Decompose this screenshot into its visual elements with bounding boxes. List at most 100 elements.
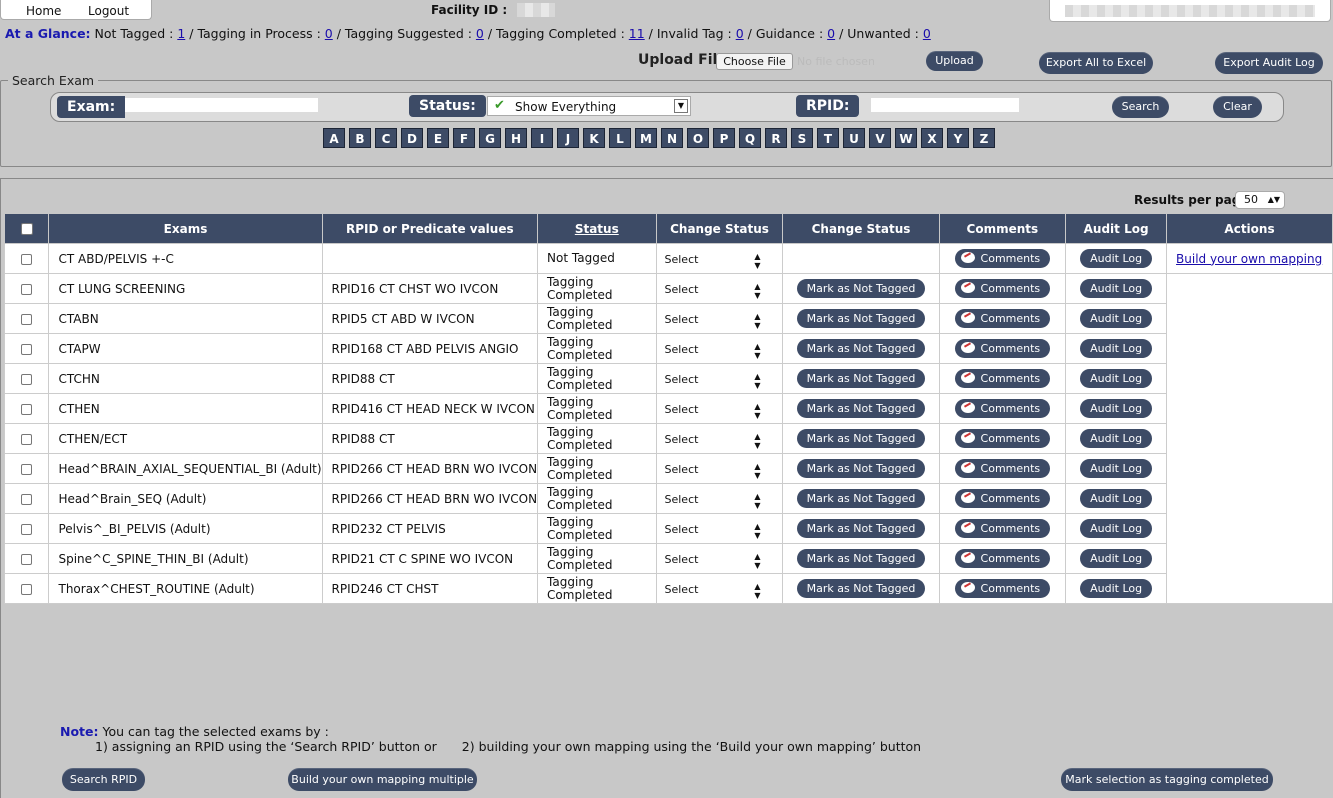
letter-filter-s[interactable]: S — [791, 128, 813, 148]
clear-button[interactable]: Clear — [1213, 96, 1262, 118]
mark-not-tagged-button[interactable]: Mark as Not Tagged — [796, 459, 926, 478]
letter-filter-q[interactable]: Q — [739, 128, 761, 148]
change-status-select[interactable]: Select ▲ ▼ — [665, 552, 765, 570]
letter-filter-w[interactable]: W — [895, 128, 917, 148]
row-checkbox[interactable] — [21, 373, 33, 385]
row-checkbox[interactable] — [21, 403, 33, 415]
comments-button[interactable]: Comments — [954, 579, 1051, 598]
letter-filter-g[interactable]: G — [479, 128, 501, 148]
mark-not-tagged-button[interactable]: Mark as Not Tagged — [796, 489, 926, 508]
letter-filter-f[interactable]: F — [453, 128, 475, 148]
row-checkbox[interactable] — [21, 463, 33, 475]
audit-log-button[interactable]: Audit Log — [1080, 309, 1153, 328]
mark-not-tagged-button[interactable]: Mark as Not Tagged — [796, 369, 926, 388]
export-excel-button[interactable]: Export All to Excel — [1039, 52, 1153, 74]
letter-filter-p[interactable]: P — [713, 128, 735, 148]
letter-filter-e[interactable]: E — [427, 128, 449, 148]
row-checkbox[interactable] — [21, 433, 33, 445]
audit-log-button[interactable]: Audit Log — [1080, 489, 1153, 508]
choose-file-button[interactable]: Choose File — [716, 53, 793, 70]
comments-button[interactable]: Comments — [954, 339, 1051, 358]
audit-log-button[interactable]: Audit Log — [1080, 399, 1153, 418]
change-status-select[interactable]: Select ▲ ▼ — [665, 402, 765, 420]
letter-filter-u[interactable]: U — [843, 128, 865, 148]
audit-log-button[interactable]: Audit Log — [1080, 369, 1153, 388]
letter-filter-j[interactable]: J — [557, 128, 579, 148]
results-per-page-select[interactable]: 50 ▲▼ — [1235, 191, 1285, 209]
comments-button[interactable]: Comments — [954, 369, 1051, 388]
letter-filter-v[interactable]: V — [869, 128, 891, 148]
change-status-select[interactable]: Select ▲ ▼ — [665, 462, 765, 480]
comments-button[interactable]: Comments — [954, 519, 1051, 538]
letter-filter-r[interactable]: R — [765, 128, 787, 148]
status-select[interactable]: ✔ Show Everything ▼ — [487, 96, 691, 116]
glance-count-link[interactable]: 0 — [827, 26, 835, 41]
comments-button[interactable]: Comments — [954, 459, 1051, 478]
upload-button[interactable]: Upload — [926, 51, 983, 71]
comments-button[interactable]: Comments — [954, 429, 1051, 448]
audit-log-button[interactable]: Audit Log — [1080, 549, 1153, 568]
search-rpid-button[interactable]: Search RPID — [62, 768, 145, 791]
mark-not-tagged-button[interactable]: Mark as Not Tagged — [796, 429, 926, 448]
comments-button[interactable]: Comments — [954, 309, 1051, 328]
export-audit-log-button[interactable]: Export Audit Log — [1215, 52, 1323, 74]
letter-filter-y[interactable]: Y — [947, 128, 969, 148]
select-all-checkbox[interactable] — [20, 223, 33, 235]
glance-count-link[interactable]: 0 — [736, 26, 744, 41]
comments-button[interactable]: Comments — [954, 249, 1051, 268]
build-mapping-link[interactable]: Build your own mapping — [1176, 252, 1322, 266]
change-status-select[interactable]: Select ▲ ▼ — [665, 312, 765, 330]
row-checkbox[interactable] — [21, 313, 33, 325]
letter-filter-n[interactable]: N — [661, 128, 683, 148]
row-checkbox[interactable] — [21, 283, 33, 295]
letter-filter-z[interactable]: Z — [973, 128, 995, 148]
row-checkbox[interactable] — [21, 253, 33, 265]
letter-filter-c[interactable]: C — [375, 128, 397, 148]
mark-not-tagged-button[interactable]: Mark as Not Tagged — [796, 309, 926, 328]
glance-count-link[interactable]: 0 — [923, 26, 931, 41]
logout-link[interactable]: Logout — [88, 4, 129, 18]
row-checkbox[interactable] — [21, 493, 33, 505]
audit-log-button[interactable]: Audit Log — [1080, 429, 1153, 448]
rpid-input[interactable] — [871, 98, 1019, 112]
row-checkbox[interactable] — [21, 553, 33, 565]
mark-not-tagged-button[interactable]: Mark as Not Tagged — [796, 339, 926, 358]
change-status-select[interactable]: Select ▲ ▼ — [665, 282, 765, 300]
build-mapping-multiple-button[interactable]: Build your own mapping multiple — [288, 768, 477, 791]
change-status-select[interactable]: Select ▲ ▼ — [665, 252, 765, 270]
glance-count-link[interactable]: 0 — [325, 26, 333, 41]
row-checkbox[interactable] — [21, 523, 33, 535]
audit-log-button[interactable]: Audit Log — [1080, 519, 1153, 538]
letter-filter-x[interactable]: X — [921, 128, 943, 148]
change-status-select[interactable]: Select ▲ ▼ — [665, 372, 765, 390]
header-status[interactable]: Status — [537, 213, 657, 244]
change-status-select[interactable]: Select ▲ ▼ — [665, 492, 765, 510]
glance-count-link[interactable]: 0 — [476, 26, 484, 41]
letter-filter-k[interactable]: K — [583, 128, 605, 148]
row-checkbox[interactable] — [21, 583, 33, 595]
comments-button[interactable]: Comments — [954, 549, 1051, 568]
letter-filter-i[interactable]: I — [531, 128, 553, 148]
audit-log-button[interactable]: Audit Log — [1080, 579, 1153, 598]
audit-log-button[interactable]: Audit Log — [1080, 339, 1153, 358]
exam-input[interactable] — [125, 98, 318, 112]
search-button[interactable]: Search — [1112, 96, 1169, 118]
change-status-select[interactable]: Select ▲ ▼ — [665, 582, 765, 600]
change-status-select[interactable]: Select ▲ ▼ — [665, 522, 765, 540]
mark-not-tagged-button[interactable]: Mark as Not Tagged — [796, 279, 926, 298]
letter-filter-o[interactable]: O — [687, 128, 709, 148]
comments-button[interactable]: Comments — [954, 489, 1051, 508]
letter-filter-a[interactable]: A — [323, 128, 345, 148]
audit-log-button[interactable]: Audit Log — [1080, 459, 1153, 478]
header-status-link[interactable]: Status — [575, 222, 619, 236]
audit-log-button[interactable]: Audit Log — [1080, 279, 1153, 298]
letter-filter-l[interactable]: L — [609, 128, 631, 148]
letter-filter-m[interactable]: M — [635, 128, 657, 148]
letter-filter-t[interactable]: T — [817, 128, 839, 148]
home-link[interactable]: Home — [26, 4, 61, 18]
comments-button[interactable]: Comments — [954, 279, 1051, 298]
comments-button[interactable]: Comments — [954, 399, 1051, 418]
change-status-select[interactable]: Select ▲ ▼ — [665, 432, 765, 450]
mark-not-tagged-button[interactable]: Mark as Not Tagged — [796, 549, 926, 568]
mark-not-tagged-button[interactable]: Mark as Not Tagged — [796, 519, 926, 538]
